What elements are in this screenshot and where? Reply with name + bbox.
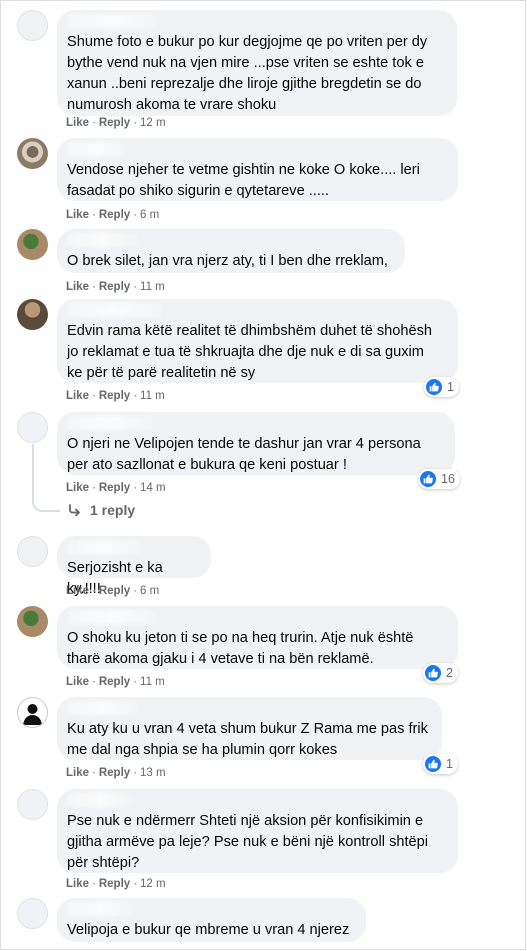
reply-button[interactable]: Reply (99, 482, 130, 494)
avatar[interactable] (17, 697, 48, 728)
comment-author[interactable] (67, 303, 446, 318)
like-button[interactable]: Like (66, 878, 89, 890)
comment-bubble: O shoku ku jeton ti se po na heq trurin.… (57, 606, 458, 669)
reply-arrow-icon (69, 504, 80, 516)
comment-text: Pse nuk e ndërmerr Shteti një aksion për… (67, 813, 429, 871)
reply-button[interactable]: Reply (99, 390, 130, 402)
comment-author[interactable] (67, 902, 354, 917)
view-replies-link[interactable]: 1 reply (68, 502, 135, 518)
comment-actions: Like · Reply · 6 m (66, 209, 160, 221)
comment-time[interactable]: 13 m (140, 767, 166, 779)
comment-actions: Like · Reply · 6 m (66, 585, 160, 597)
comment-text: O njeri ne Velipojen tende te dashur jan… (67, 436, 421, 473)
reaction-number: 1 (447, 380, 454, 394)
like-button[interactable]: Like (66, 482, 89, 494)
comment-bubble: Vendose njeher te vetme gishtin ne koke … (57, 138, 458, 201)
comment-bubble: Pse nuk e ndërmerr Shteti një aksion për… (57, 789, 458, 873)
like-button[interactable]: Like (66, 585, 89, 597)
comment-time[interactable]: 6 m (140, 585, 159, 597)
profile-picture-icon (23, 704, 42, 725)
avatar[interactable] (17, 299, 48, 330)
like-button[interactable]: Like (66, 676, 89, 688)
reply-button[interactable]: Reply (99, 878, 130, 890)
comment-actions: Like · Reply · 13 m (66, 767, 166, 779)
reaction-number: 1 (446, 757, 453, 771)
avatar[interactable] (17, 138, 48, 169)
avatar[interactable] (17, 229, 48, 260)
comment-time[interactable]: 12 m (140, 878, 166, 890)
comment-bubble: Velipoja e bukur qe mbreme u vran 4 njer… (57, 898, 366, 942)
replies-count: 1 reply (90, 502, 136, 518)
comment-bubble: O brek silet, jan vra njerz aty, ti I be… (57, 229, 405, 273)
comment-text: O brek silet, jan vra njerz aty, ti I be… (67, 253, 388, 269)
reaction-count[interactable]: 2 (423, 663, 458, 683)
comment-actions: Like · Reply · 11 m (66, 676, 165, 688)
avatar[interactable] (17, 10, 48, 41)
thread-connector (32, 494, 60, 512)
comment-text: O shoku ku jeton ti se po na heq trurin.… (67, 630, 414, 667)
avatar[interactable] (17, 789, 48, 820)
comment-time[interactable]: 11 m (140, 676, 165, 688)
comment-actions: Like · Reply · 14 m (66, 482, 166, 494)
comment-author[interactable] (67, 416, 443, 431)
comment-actions: Like · Reply · 12 m (66, 878, 166, 890)
comment-author[interactable] (67, 142, 446, 157)
like-reaction-icon (425, 665, 441, 681)
comment-author[interactable] (67, 233, 393, 248)
like-button[interactable]: Like (66, 390, 89, 402)
reaction-number: 16 (441, 472, 455, 486)
comment-bubble: Edvin rama këtë realitet të dhimbshëm du… (57, 299, 458, 383)
reaction-count[interactable]: 1 (423, 754, 458, 774)
reply-button[interactable]: Reply (99, 117, 130, 129)
reaction-number: 2 (446, 666, 453, 680)
like-reaction-icon (425, 756, 441, 772)
avatar[interactable] (17, 606, 48, 637)
like-button[interactable]: Like (66, 767, 89, 779)
comment-author[interactable] (67, 14, 445, 29)
avatar[interactable] (17, 536, 48, 567)
comment-text: Edvin rama këtë realitet të dhimbshëm du… (67, 323, 433, 381)
like-button[interactable]: Like (66, 281, 89, 293)
comment-time[interactable]: 12 m (140, 117, 166, 129)
comment-author[interactable] (67, 540, 199, 555)
reply-button[interactable]: Reply (99, 209, 130, 221)
comment-text: Vendose njeher te vetme gishtin ne koke … (67, 162, 420, 199)
like-reaction-icon (426, 379, 442, 395)
comment-bubble: Shume foto e bukur po kur degjojme qe po… (57, 10, 457, 116)
comment-author[interactable] (67, 610, 446, 625)
avatar[interactable] (17, 412, 48, 443)
reaction-count[interactable]: 16 (418, 469, 460, 489)
comment-actions: Like · Reply · 11 m (66, 281, 165, 293)
reply-button[interactable]: Reply (99, 767, 130, 779)
comment-time[interactable]: 11 m (140, 281, 165, 293)
comment-time[interactable]: 14 m (140, 482, 166, 494)
comment-text: Shume foto e bukur po kur degjojme qe po… (67, 34, 428, 113)
comment-time[interactable]: 11 m (140, 390, 165, 402)
reply-button[interactable]: Reply (99, 281, 130, 293)
comment-actions: Like · Reply · 11 m (66, 390, 165, 402)
comment-author[interactable] (67, 793, 446, 808)
like-button[interactable]: Like (66, 209, 89, 221)
comment-bubble: O njeri ne Velipojen tende te dashur jan… (57, 412, 455, 475)
like-reaction-icon (420, 471, 436, 487)
comment-time[interactable]: 6 m (140, 209, 159, 221)
comment-author[interactable] (67, 701, 430, 716)
thread-line (32, 444, 34, 494)
comment-actions: Like · Reply · 12 m (66, 117, 166, 129)
reply-button[interactable]: Reply (99, 585, 130, 597)
avatar[interactable] (17, 898, 48, 929)
reaction-count[interactable]: 1 (424, 377, 459, 397)
like-button[interactable]: Like (66, 117, 89, 129)
reply-button[interactable]: Reply (99, 676, 130, 688)
comment-bubble: Ku aty ku u vran 4 veta shum bukur Z Ram… (57, 697, 442, 760)
comment-bubble: Serjozisht e ka ky.!!!! (57, 536, 211, 597)
comment-text: Ku aty ku u vran 4 veta shum bukur Z Ram… (67, 721, 428, 758)
comment-text: Velipoja e bukur qe mbreme u vran 4 njer… (67, 922, 350, 938)
